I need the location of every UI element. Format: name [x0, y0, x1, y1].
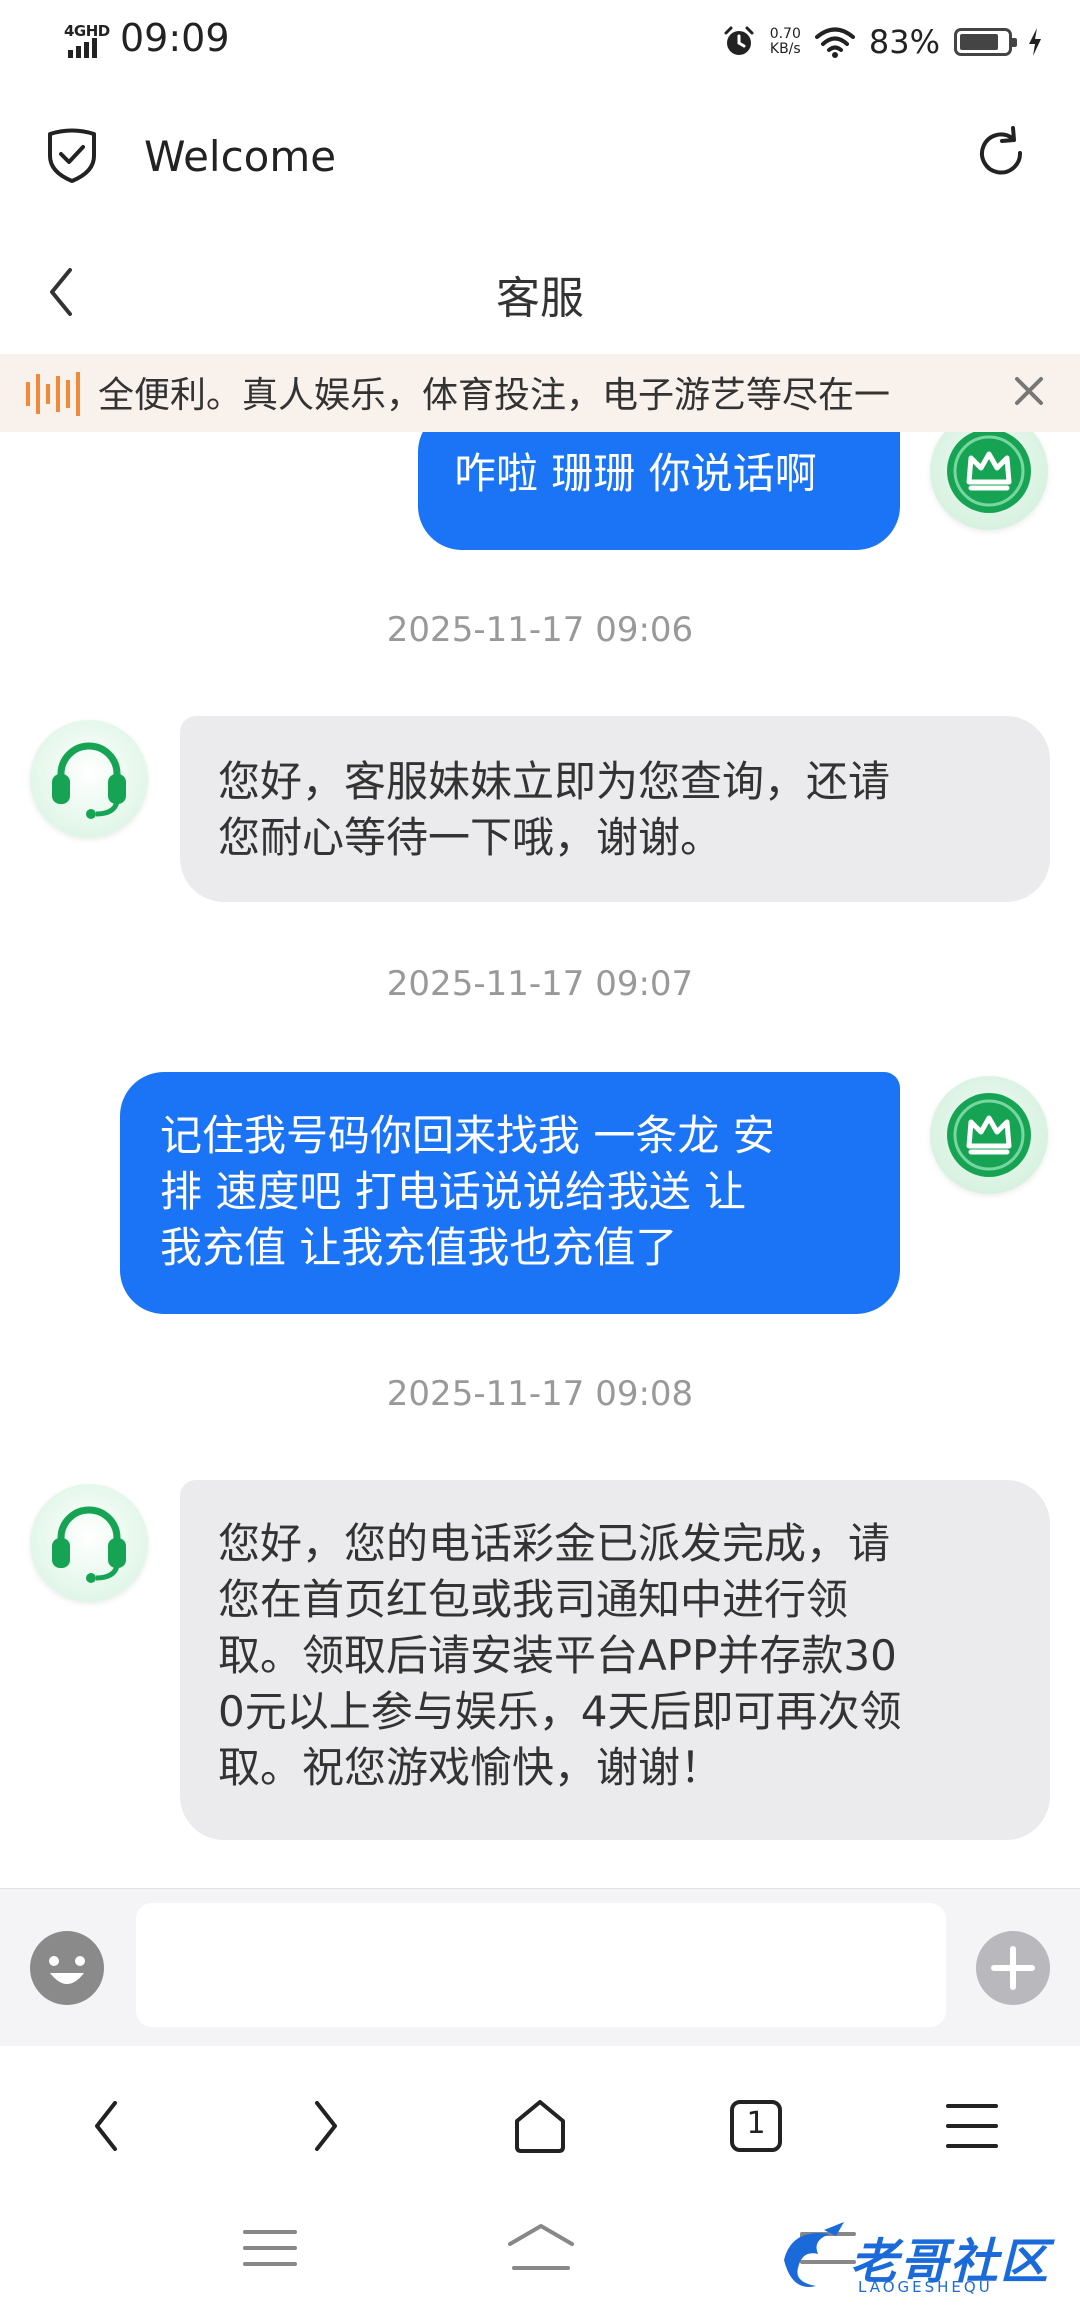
- chat-header: 客服: [0, 234, 1080, 354]
- forward-icon: [315, 2101, 337, 2151]
- wifi-icon: [814, 27, 855, 58]
- emoji-icon[interactable]: [28, 1929, 106, 2007]
- browser-forward-button[interactable]: [286, 2086, 366, 2166]
- browser-home-button[interactable]: [500, 2086, 580, 2166]
- message-bubble-incoming[interactable]: 您好，客服妹妹立即为您查询，还请 您耐心等待一下哦，谢谢。: [180, 716, 1050, 902]
- page-title: Welcome: [144, 132, 337, 181]
- announcement-marquee[interactable]: 全便利。真人娱乐，体育投注，电子游艺等尽在一: [0, 354, 1080, 432]
- close-icon[interactable]: [1012, 374, 1046, 408]
- crown-badge-icon: [947, 1093, 1031, 1177]
- dragon-icon: [784, 2222, 844, 2287]
- user-avatar: [930, 432, 1048, 530]
- agent-avatar: [30, 1484, 148, 1602]
- sound-wave-icon: [26, 372, 80, 416]
- add-icon[interactable]: [974, 1929, 1052, 2007]
- chat-messages[interactable]: 咋啦 珊珊 你说话啊 2025-11-17 09:06 您好，客服妹妹立即为您查…: [0, 432, 1080, 1888]
- watermark-logo: 老哥社区 LAOGESHEQU: [772, 2216, 1062, 2308]
- home-icon[interactable]: [506, 2222, 576, 2272]
- clock: 09:09: [120, 16, 230, 60]
- refresh-icon[interactable]: [972, 124, 1030, 182]
- charging-icon: [1029, 28, 1041, 56]
- signal-icon: 4GHD: [64, 22, 112, 58]
- recents-icon[interactable]: [242, 2226, 298, 2270]
- browser-navigation: 1: [0, 2046, 1080, 2196]
- menu-icon: [946, 2104, 998, 2148]
- message-input[interactable]: [136, 1903, 946, 2027]
- shield-check-icon[interactable]: [44, 126, 100, 184]
- browser-tabs-button[interactable]: 1: [716, 2086, 796, 2166]
- user-avatar: [930, 1076, 1048, 1194]
- system-navigation: 老哥社区 LAOGESHEQU: [0, 2196, 1080, 2316]
- crown-badge-icon: [947, 432, 1031, 513]
- tab-count: 1: [746, 2106, 766, 2141]
- back-icon: [95, 2101, 117, 2151]
- agent-avatar: [30, 720, 148, 838]
- browser-header: Welcome: [0, 84, 1080, 234]
- browser-back-button[interactable]: [66, 2086, 146, 2166]
- battery-percent: 83%: [868, 23, 940, 61]
- browser-menu-button[interactable]: [932, 2086, 1012, 2166]
- headset-icon: [52, 1506, 126, 1583]
- message-timestamp: 2025-11-17 09:07: [386, 964, 694, 1004]
- message-composer: [0, 1888, 1080, 2046]
- message-bubble-outgoing[interactable]: 记住我号码你回来找我 一条龙 安 排 速度吧 打电话说说给我送 让 我充值 让我…: [120, 1072, 900, 1314]
- message-timestamp: 2025-11-17 09:08: [386, 1374, 694, 1414]
- home-icon: [515, 2100, 565, 2153]
- headset-icon: [52, 742, 126, 819]
- alarm-icon: [724, 26, 754, 55]
- message-timestamp: 2025-11-17 09:06: [386, 610, 694, 650]
- message-bubble-outgoing[interactable]: 咋啦 珊珊 你说话啊: [418, 432, 900, 550]
- message-bubble-incoming[interactable]: 您好，您的电话彩金已派发完成，请 您在首页红包或我司通知中进行领 取。领取后请安…: [180, 1480, 1050, 1840]
- chat-title: 客服: [496, 273, 584, 324]
- battery-icon: [954, 28, 1017, 56]
- network-speed: 0.70 KB/s: [769, 26, 801, 57]
- status-bar: 4GHD 09:09 0.70 KB/s 83%: [0, 0, 1080, 84]
- marquee-text: 全便利。真人娱乐，体育投注，电子游艺等尽在一: [98, 375, 891, 416]
